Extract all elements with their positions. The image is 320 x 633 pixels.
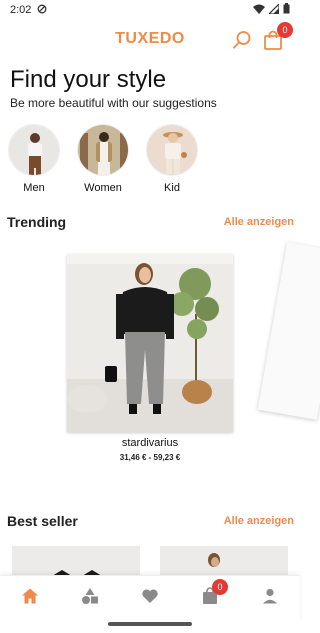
category-kid[interactable]: Kid xyxy=(146,124,198,194)
category-women[interactable]: Women xyxy=(77,124,129,194)
signal-icon xyxy=(267,2,280,17)
search-button[interactable] xyxy=(232,30,252,50)
category-list: Men Women Kid xyxy=(8,124,198,194)
search-icon xyxy=(232,31,252,54)
product-price: 31,46 € - 59,23 € xyxy=(119,453,181,462)
nav-categories[interactable] xyxy=(70,579,110,619)
category-women-image xyxy=(77,124,129,176)
cart-count-badge: 0 xyxy=(277,22,293,38)
app-title: TUXEDO xyxy=(115,30,185,47)
shopping-bag-icon xyxy=(263,30,283,54)
app-bar: TUXEDO 0 xyxy=(0,20,300,60)
best-seller-image-2 xyxy=(160,546,288,576)
status-left: 2:02 xyxy=(10,4,47,17)
wifi-icon xyxy=(253,4,265,17)
best-seller-title: Best seller xyxy=(7,513,78,529)
cart-button[interactable]: 0 xyxy=(263,22,293,54)
shapes-icon xyxy=(81,587,99,610)
nav-cart-count-badge: 0 xyxy=(212,578,228,595)
nav-home[interactable] xyxy=(10,579,50,619)
category-kid-label: Kid xyxy=(164,182,180,194)
next-product-card[interactable] xyxy=(257,242,320,420)
trending-see-all-link[interactable]: Alle anzeigen xyxy=(224,216,294,228)
trending-product-image xyxy=(67,254,233,432)
bottom-navigation: 0 xyxy=(0,575,300,621)
product-name[interactable]: stardivarius xyxy=(0,437,300,449)
trending-title: Trending xyxy=(7,214,67,230)
status-bar: 2:02 xyxy=(0,0,300,20)
category-men[interactable]: Men xyxy=(8,124,60,194)
best-seller-card-1[interactable] xyxy=(12,546,140,576)
page-title: Find your style xyxy=(10,66,167,93)
heart-icon xyxy=(141,587,159,610)
category-men-image xyxy=(8,124,60,176)
category-kid-image xyxy=(146,124,198,176)
home-icon xyxy=(21,587,39,610)
nav-cart[interactable]: 0 xyxy=(190,578,230,619)
nav-profile[interactable] xyxy=(250,579,290,619)
status-right xyxy=(253,2,290,17)
trending-product-card[interactable] xyxy=(67,254,233,432)
best-seller-see-all-link[interactable]: Alle anzeigen xyxy=(224,515,294,527)
best-seller-image-1 xyxy=(12,546,140,576)
page-subtitle: Be more beautiful with our suggestions xyxy=(10,96,217,110)
shield-icon xyxy=(37,4,47,17)
status-time: 2:02 xyxy=(10,4,32,16)
category-men-label: Men xyxy=(23,182,45,194)
person-icon xyxy=(261,587,279,610)
category-women-label: Women xyxy=(84,182,122,194)
nav-favorites[interactable] xyxy=(130,579,170,619)
best-seller-card-2[interactable] xyxy=(160,546,288,576)
battery-icon xyxy=(283,3,290,17)
home-indicator xyxy=(108,622,192,626)
